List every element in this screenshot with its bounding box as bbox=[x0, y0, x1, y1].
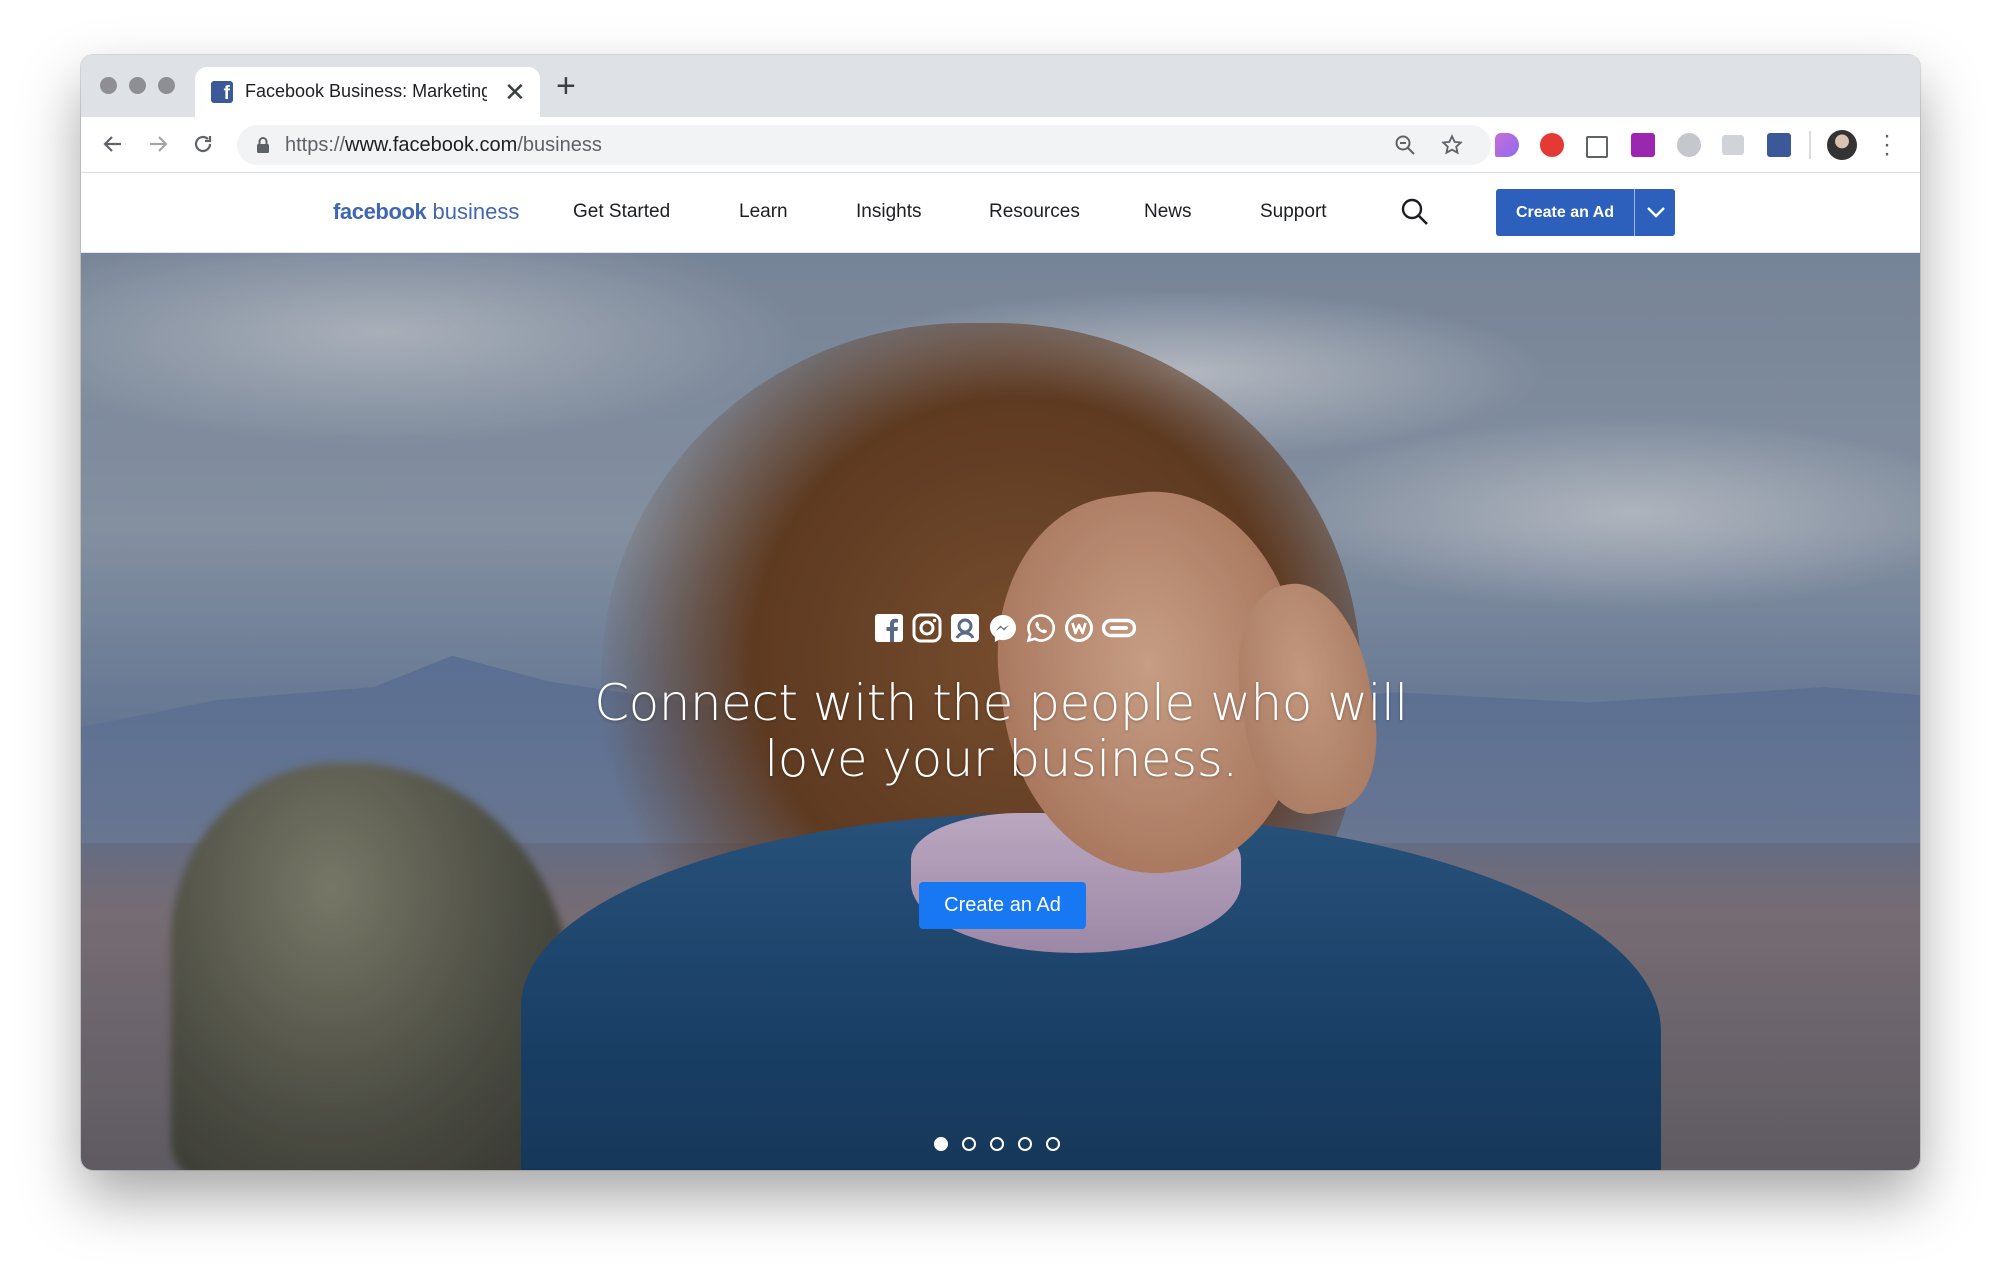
new-tab-button[interactable]: + bbox=[556, 69, 576, 103]
bookmark-star-icon bbox=[1441, 134, 1463, 155]
reload-button[interactable] bbox=[185, 126, 221, 162]
hero-create-ad-button[interactable]: Create an Ad bbox=[919, 882, 1086, 929]
browser-window: f Facebook Business: Marketing on Facebo… bbox=[81, 55, 1920, 1170]
facebook-favicon-icon: f bbox=[211, 81, 233, 103]
workplace-icon bbox=[1065, 614, 1093, 642]
carousel-dot-5[interactable] bbox=[1046, 1137, 1060, 1151]
nav-get-started[interactable]: Get Started bbox=[573, 201, 670, 223]
extension-icon[interactable] bbox=[1495, 133, 1519, 157]
nav-news[interactable]: News bbox=[1144, 201, 1192, 223]
chevron-down-icon[interactable] bbox=[1646, 204, 1666, 220]
audience-network-icon bbox=[951, 614, 979, 642]
cta-divider bbox=[1634, 189, 1635, 236]
lock-icon bbox=[257, 137, 269, 153]
logo-bold: facebook bbox=[333, 199, 427, 224]
url-path: /business bbox=[517, 134, 602, 156]
hero-headline: Connect with the people who will love yo… bbox=[594, 674, 1408, 788]
logo-light: business bbox=[432, 199, 520, 224]
facebook-extension-icon[interactable] bbox=[1767, 133, 1791, 157]
messenger-extension-icon[interactable] bbox=[1677, 133, 1701, 157]
reload-icon bbox=[194, 135, 212, 153]
window-minimize-light[interactable] bbox=[129, 77, 146, 94]
rp-extension-icon[interactable] bbox=[1631, 133, 1655, 157]
browser-tab[interactable]: f Facebook Business: Marketing on Facebo… bbox=[195, 67, 540, 117]
hero-banner: Connect with the people who will love yo… bbox=[81, 253, 1920, 1170]
arrow-left-icon bbox=[103, 136, 121, 152]
toolbar-divider bbox=[1809, 131, 1811, 159]
messenger-icon bbox=[990, 615, 1016, 642]
url-text[interactable]: https://www.facebook.com/business bbox=[285, 134, 602, 157]
zoom-icon bbox=[1395, 135, 1415, 155]
no-entry-extension-icon[interactable] bbox=[1540, 133, 1564, 157]
carousel-dot-1[interactable] bbox=[934, 1137, 948, 1151]
create-ad-button-label: Create an Ad bbox=[1515, 204, 1615, 221]
square-extension-icon[interactable] bbox=[1586, 136, 1608, 158]
instagram-icon bbox=[912, 613, 942, 643]
bi-extension-icon[interactable] bbox=[1722, 135, 1744, 155]
address-bar[interactable]: https://www.facebook.com/business bbox=[237, 125, 1491, 165]
search-icon[interactable] bbox=[1400, 197, 1430, 227]
platform-icons bbox=[874, 613, 1136, 647]
carousel-dot-3[interactable] bbox=[990, 1137, 1004, 1151]
carousel-dot-2[interactable] bbox=[962, 1137, 976, 1151]
forward-button[interactable] bbox=[140, 126, 176, 162]
close-tab-icon[interactable]: ✕ bbox=[504, 78, 526, 106]
create-ad-button[interactable]: Create an Ad bbox=[1496, 189, 1675, 236]
url-host: www.facebook.com bbox=[345, 134, 518, 156]
window-zoom-light[interactable] bbox=[158, 77, 175, 94]
arrow-right-icon bbox=[150, 136, 168, 152]
back-button[interactable] bbox=[95, 126, 131, 162]
nav-learn[interactable]: Learn bbox=[739, 201, 788, 223]
facebook-icon bbox=[875, 614, 903, 642]
window-close-light[interactable] bbox=[100, 77, 117, 94]
tab-title: Facebook Business: Marketing on Facebook bbox=[245, 81, 487, 101]
browser-toolbar: https://www.facebook.com/business · · · bbox=[81, 117, 1920, 173]
facebook-business-logo[interactable]: facebook business bbox=[333, 199, 519, 225]
nav-support[interactable]: Support bbox=[1260, 201, 1327, 223]
browser-menu-icon[interactable]: · · · bbox=[1883, 124, 1891, 166]
nav-resources[interactable]: Resources bbox=[989, 201, 1080, 223]
whatsapp-icon bbox=[1026, 614, 1055, 643]
carousel-dot-4[interactable] bbox=[1018, 1137, 1032, 1151]
profile-avatar[interactable] bbox=[1827, 130, 1857, 160]
url-scheme: https:// bbox=[285, 134, 346, 156]
tab-bar: f Facebook Business: Marketing on Facebo… bbox=[81, 55, 1920, 117]
nav-insights[interactable]: Insights bbox=[856, 201, 921, 223]
oculus-icon bbox=[1102, 618, 1136, 638]
site-header: facebook business Get Started Learn Insi… bbox=[81, 173, 1920, 253]
